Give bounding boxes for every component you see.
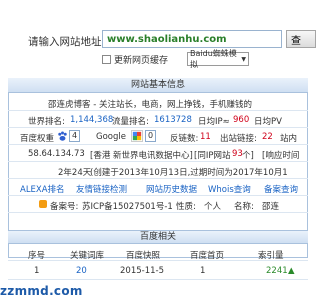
tool-link-friend-links[interactable]: 友情链接检测 [76, 183, 127, 195]
slogan-row: 邵连虎博客 - 关注站长，电商，网上挣钱，手机赚钱的 [8, 94, 308, 111]
query-button[interactable]: 查 [286, 30, 316, 48]
daily-ip-label: 日均IP≈ [198, 117, 230, 127]
google-pr-icon [131, 130, 143, 142]
tools-row: ALEXA排名 友情链接检测 网站历史数据 Whois查询 备案查询 [8, 179, 308, 196]
nature-value: 个人 [204, 202, 222, 212]
google-pr-badge[interactable]: 0 [145, 130, 157, 142]
traffic-rank-label: 流量排名: [112, 117, 149, 127]
url-label: 请输入网站地址: [28, 36, 106, 48]
row-seq: 1 [34, 266, 40, 276]
col-snapshot: 百度快照 [126, 251, 161, 261]
row-snapshot: 2015-11-5 [120, 266, 164, 276]
server-row: 58.64.134.73 [香港 新世界电讯数据中心] [同IP网站 93 个]… [8, 145, 308, 162]
daily-ip-value: 960 [233, 115, 250, 125]
col-home: 百度首页 [190, 251, 225, 261]
row-keyword-count[interactable]: 20 [76, 266, 87, 276]
icp-value: 苏ICP备15027501号-1 [82, 202, 173, 212]
site-watermark: zzmmd.com [0, 283, 83, 300]
domain-dates: (创建于2013年10月13日,过期时间为2017年10月1 [90, 168, 288, 178]
backlinks-label: 反链数: [170, 134, 199, 144]
engine-select[interactable]: Baidu蜘蛛模拟 ▼ [187, 49, 249, 69]
rank-row: 世界排名: 1,144,368 流量排名: 1613728 日均IP≈ 960 … [8, 111, 308, 128]
row-index[interactable]: 2241 [266, 266, 288, 276]
server-location: [香港 新世界电讯数据中心] [90, 151, 193, 161]
domain-age: 2年24天 [58, 168, 92, 178]
cache-checkbox[interactable] [102, 55, 111, 64]
server-ip[interactable]: 58.64.134.73 [28, 149, 85, 159]
tool-link-whois[interactable]: Whois查询 [208, 183, 251, 195]
domain-age-row: 2年24天 (创建于2013年10月13日,过期时间为2017年10月1 [8, 162, 308, 179]
info-header: 网站基本信息 [8, 78, 308, 93]
engine-select-value: Baidu蜘蛛模拟 [190, 49, 237, 69]
weight-row: 百度权重 4 Google 0 反链数: 11 出站链接: 22 站内 [8, 128, 308, 145]
col-seq: 序号 [28, 251, 46, 261]
row-home: 1 [200, 266, 206, 276]
tool-link-alexa[interactable]: ALEXA排名 [20, 183, 65, 195]
world-rank-label: 世界排名: [28, 117, 65, 127]
response-time-label: [响应时间 [262, 151, 300, 161]
site-slogan: 邵连虎博客 - 关注站长，电商，网上挣钱，手机赚钱的 [48, 100, 252, 110]
traffic-rank-value[interactable]: 1613728 [154, 115, 192, 125]
name-label: 名称: [234, 202, 254, 212]
star-icon [39, 200, 47, 208]
col-keywords: 关键词库 [70, 251, 105, 261]
daily-pv-label: 日均PV [254, 117, 282, 127]
baidu-table-header: 序号 关键词库 百度快照 百度首页 索引量 [8, 245, 308, 261]
chevron-down-icon: ▼ [241, 55, 246, 63]
name-value: 邵连 [262, 202, 280, 212]
icp-row: 备案号: 苏ICP备15027501号-1 性质: 个人 名称: 邵连 [8, 196, 308, 213]
arrow-up-icon: ▲ [288, 266, 295, 276]
outlinks-value[interactable]: 22 [262, 132, 273, 142]
backlinks-value[interactable]: 11 [200, 132, 211, 142]
same-ip-suffix: 个] [242, 151, 254, 161]
tool-link-icp[interactable]: 备案查询 [264, 183, 298, 195]
cache-label: 更新网页缓存 [114, 56, 169, 66]
baidu-section-title: 百度相关 [8, 230, 308, 244]
nature-label: 性质: [176, 202, 196, 212]
world-rank-value[interactable]: 1,144,368 [70, 115, 113, 125]
baidu-weight-label: 百度权重 [20, 134, 55, 144]
cache-option[interactable]: 更新网页缓存 [102, 53, 168, 66]
outlinks-label: 出站链接: [220, 134, 257, 144]
tool-link-history[interactable]: 网站历史数据 [146, 183, 197, 195]
site-links-label: 站内 [280, 134, 298, 144]
table-row: 1 20 2015-11-5 1 2241 ▲ [8, 262, 308, 280]
same-ip-prefix: [同IP网站 [194, 151, 231, 161]
google-label: Google [96, 132, 126, 142]
url-input[interactable] [102, 30, 282, 48]
icp-label: 备案号: [50, 202, 79, 212]
baidu-paw-icon [58, 131, 67, 141]
baidu-weight-badge[interactable]: 4 [69, 130, 81, 142]
col-index: 索引量 [258, 251, 284, 261]
